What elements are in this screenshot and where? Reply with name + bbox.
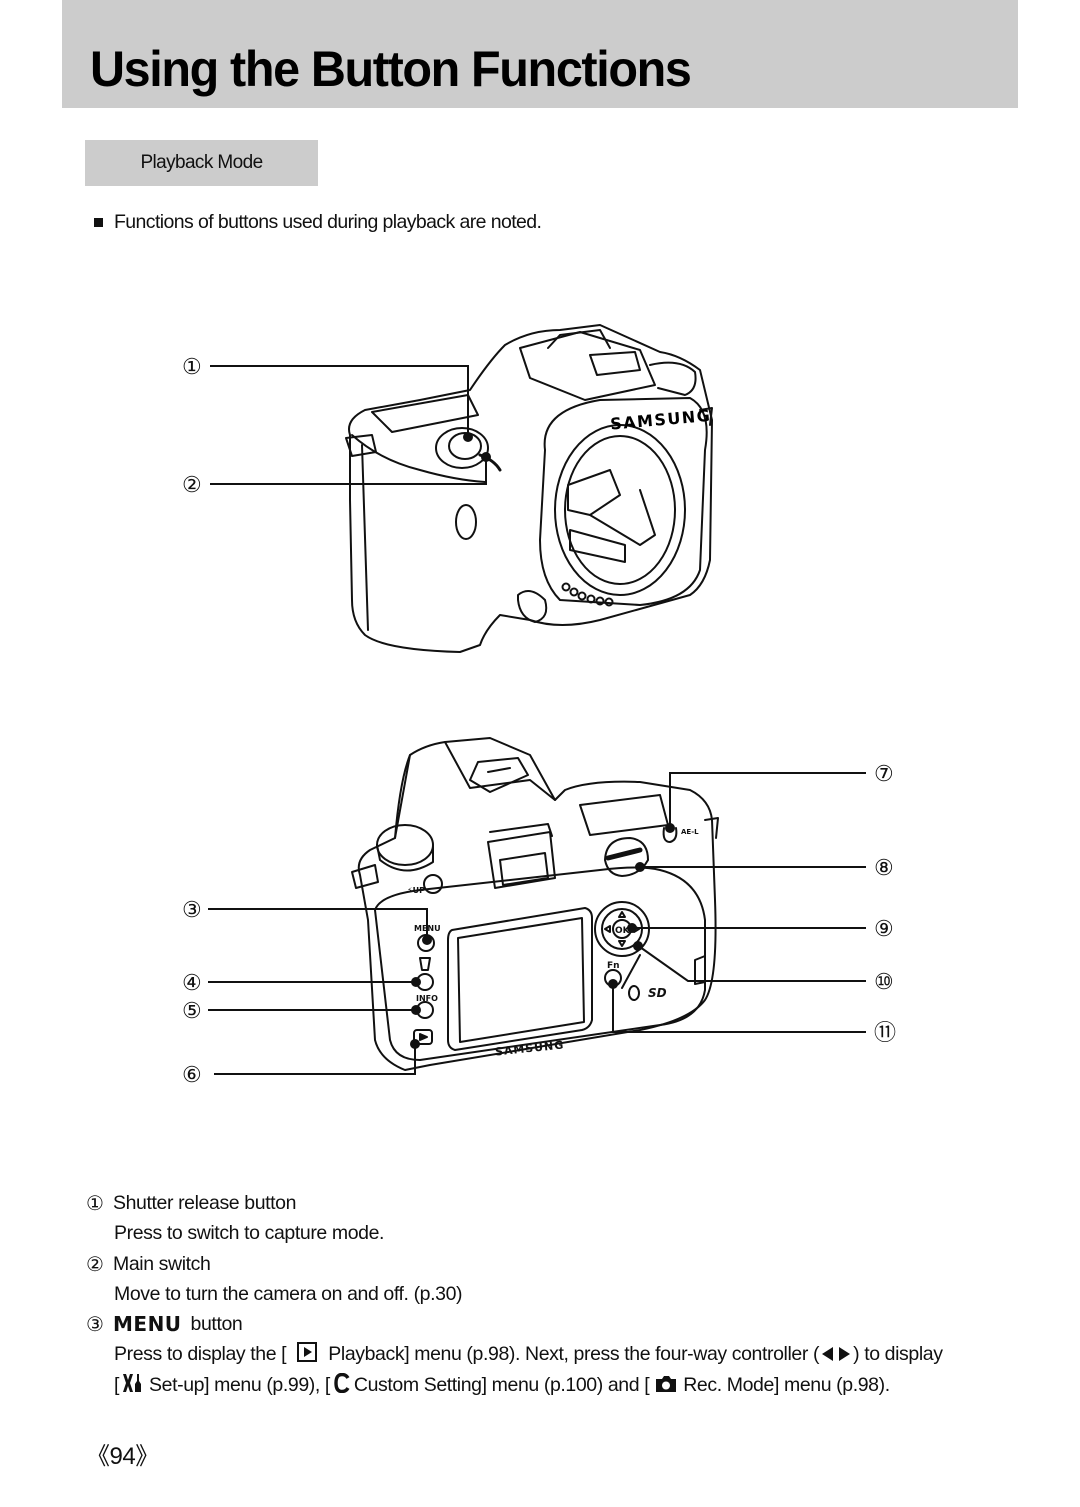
left-right-arrows-icon: [822, 1347, 851, 1362]
callout-line-10: [639, 946, 866, 982]
description-1-title: ① Shutter release button: [86, 1188, 1016, 1218]
fn-label: Fn: [607, 961, 620, 971]
item-number-3: ③: [86, 1312, 104, 1337]
text-fragment: [: [114, 1373, 120, 1396]
text-fragment: Custom Setting] menu (p.100) and [: [353, 1373, 650, 1396]
text-fragment: Rec. Mode] menu (p.98).: [683, 1373, 890, 1396]
text-fragment: Playback] menu (p.98). Next, press the f…: [328, 1343, 820, 1366]
callout-dot-1: [463, 432, 473, 442]
flash-up-label: ⚡UP: [407, 886, 425, 895]
ae-l-label: AE-L: [681, 828, 699, 836]
back-camera-body: [351, 737, 719, 1071]
callout-number-10: ⑩: [874, 970, 894, 995]
item-title-main-switch: Main switch: [113, 1252, 211, 1275]
front-callout-lines: [210, 365, 487, 485]
intro-note: Functions of buttons used during playbac…: [94, 211, 542, 234]
front-camera-body: [345, 324, 713, 653]
item-number-1: ①: [86, 1191, 104, 1215]
title-band: Using the Button Functions: [62, 0, 1018, 108]
callout-number-6: ⑥: [182, 1063, 202, 1088]
callout-number-9: ⑨: [874, 917, 894, 942]
front-brand-logo: SAMSUNG: [609, 406, 712, 434]
callout-number-3: ③: [182, 898, 202, 923]
square-bullet-icon: [94, 218, 103, 227]
playback-icon: [297, 1342, 318, 1363]
back-callout-dots: [410, 823, 675, 1049]
back-camera-diagram: MENU INFO Fn OK AE-L ⚡UP SD SAMSUNG ③ ④ …: [182, 737, 896, 1088]
item-title-menu: button: [190, 1313, 243, 1336]
description-3-line-2: [ Set-up] menu (p.99), [ Custom Setting]…: [86, 1370, 1016, 1400]
description-1-body: Press to switch to capture mode.: [114, 1222, 385, 1245]
callout-number-5: ⑤: [182, 999, 202, 1024]
callout-line-3: [208, 908, 428, 938]
page-title: Using the Button Functions: [90, 41, 692, 97]
callout-number-8: ⑧: [874, 856, 894, 881]
description-2-title: ② Main switch: [86, 1249, 1016, 1279]
text-fragment: Press to display the [: [114, 1343, 287, 1366]
front-camera-diagram: SAMSUNG ① ②: [182, 324, 713, 653]
description-2-body: Move to turn the camera on and off. (p.3…: [114, 1282, 463, 1305]
callout-line-7: [669, 772, 866, 826]
callout-number-1: ①: [182, 355, 202, 380]
callout-number-11: ⑪: [874, 1021, 896, 1046]
description-3-title: ③ MENU button: [86, 1309, 1016, 1339]
camera-rec-icon: [656, 1375, 677, 1392]
callout-dot-2: [481, 452, 491, 462]
text-fragment: Set-up] menu (p.99), [: [149, 1373, 330, 1396]
button-descriptions: ① Shutter release button Press to switch…: [86, 1188, 1016, 1400]
info-label: INFO: [416, 994, 438, 1003]
item-number-2: ②: [86, 1251, 104, 1276]
custom-setting-c-icon: [334, 1372, 350, 1393]
menu-word: MENU: [113, 1312, 182, 1337]
wrench-setup-icon: [123, 1373, 142, 1392]
text-fragment: ) to display: [853, 1343, 943, 1366]
page-number: 《94》: [86, 1443, 159, 1470]
intro-text: Functions of buttons used during playbac…: [114, 211, 542, 233]
section-tab-playback-mode: Playback Mode: [85, 140, 318, 186]
callout-number-4: ④: [182, 971, 202, 996]
sd-logo: SD: [648, 986, 667, 1000]
callout-number-2: ②: [182, 473, 202, 498]
description-3-line-1: Press to display the [ Playback] menu (p…: [86, 1339, 1016, 1369]
item-title-shutter: Shutter release button: [113, 1192, 297, 1214]
callout-line-6: [214, 1045, 416, 1075]
callout-number-7: ⑦: [874, 762, 894, 787]
